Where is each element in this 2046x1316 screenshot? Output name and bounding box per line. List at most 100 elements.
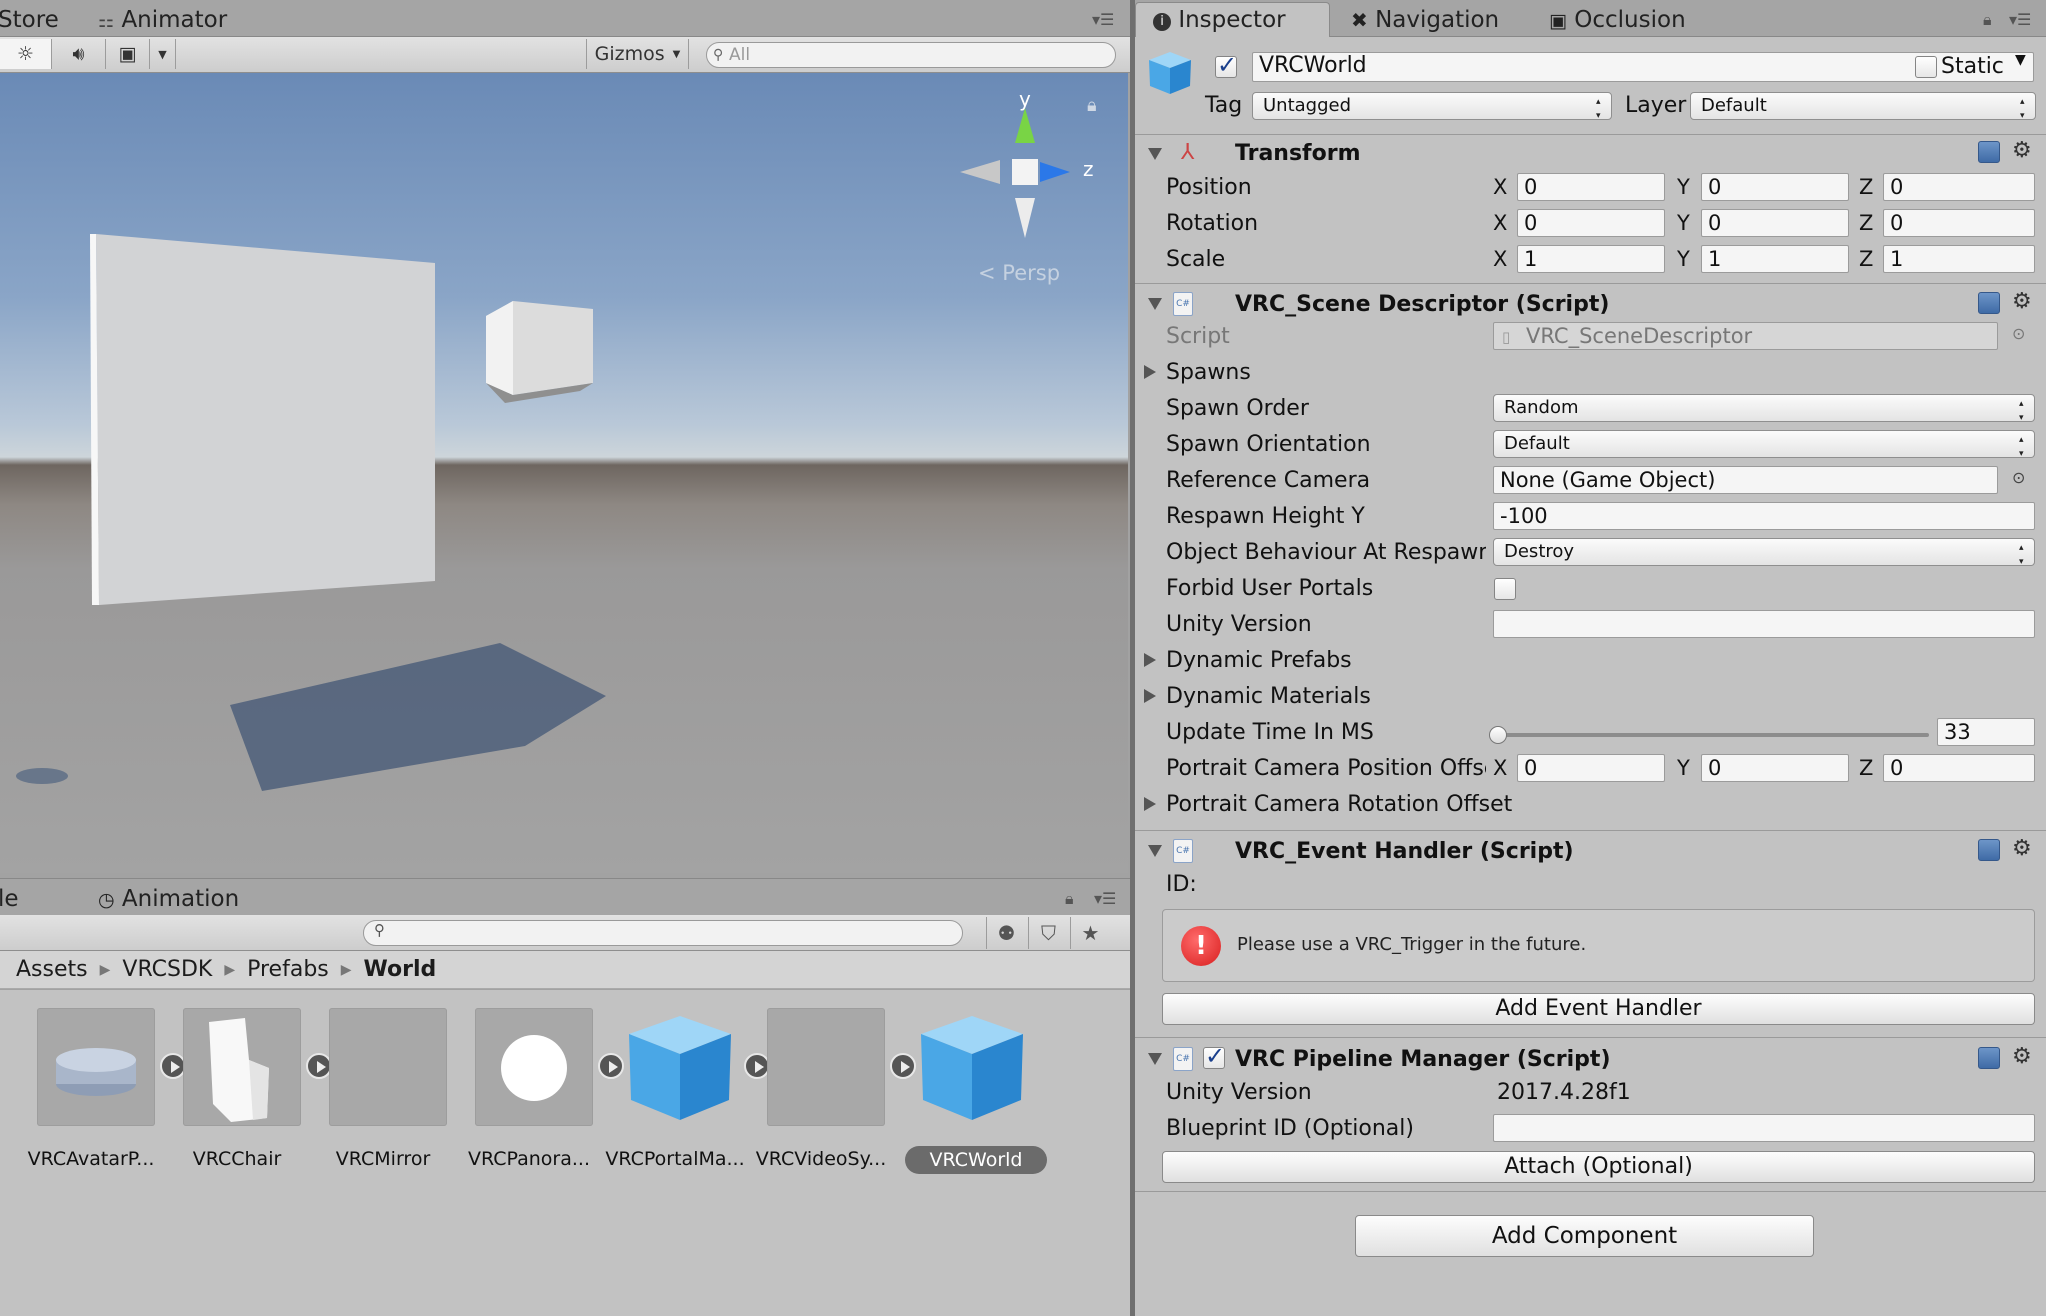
object-picker-icon[interactable]: ⊙ [2012, 324, 2025, 343]
help-book-icon[interactable] [1978, 292, 2000, 314]
asset-vrcworld[interactable]: VRCWorld [893, 1008, 1047, 1174]
layer-dropdown[interactable]: Default [1690, 92, 2036, 123]
gizmo-neg-x-cone [960, 160, 1000, 184]
asset-vrcvideosync[interactable]: VRCVideoSy... [747, 1008, 916, 1170]
portrait-rotation-label[interactable]: Portrait Camera Rotation Offset [1166, 792, 1512, 817]
forbid-portals-checkbox[interactable] [1494, 578, 1516, 600]
update-time-field[interactable]: 33 [1937, 718, 2035, 746]
foldout-closed-icon[interactable] [1144, 797, 1156, 811]
asset-vrcportalmarker[interactable]: VRCPortalMa... [601, 1008, 770, 1170]
gear-icon[interactable]: ⚙ [2012, 837, 2036, 861]
effects-dropdown-button[interactable]: ▼ [150, 39, 176, 69]
help-book-icon[interactable] [1978, 1047, 2000, 1069]
asset-vrcavatarpedestal[interactable]: VRCAvatarP... [17, 1008, 186, 1170]
add-event-handler-button[interactable]: Add Event Handler [1162, 993, 2035, 1025]
breadcrumb-prefabs[interactable]: Prefabs [247, 957, 329, 982]
active-checkbox[interactable] [1215, 51, 1237, 79]
scene-viewport[interactable]: y z 🔒︎ < Persp [0, 73, 1128, 873]
asset-thumbnail [767, 1008, 885, 1126]
position-z-field[interactable]: 0 [1883, 173, 2035, 201]
update-time-slider-thumb[interactable] [1489, 726, 1507, 744]
foldout-closed-icon[interactable] [1144, 653, 1156, 667]
small-cube-side [486, 301, 513, 395]
static-checkbox[interactable] [1915, 56, 1937, 78]
script-label: Script [1166, 324, 1230, 349]
lighting-toggle-button[interactable]: ☼ [0, 39, 52, 69]
tab-inspector[interactable]: i Inspector [1153, 0, 1286, 37]
help-book-icon[interactable] [1978, 839, 2000, 861]
tab-animation[interactable]: ◷ Animation [98, 879, 239, 916]
axis-y-label: Y [1677, 211, 1690, 235]
layer-label: Layer [1625, 93, 1687, 118]
tab-occlusion[interactable]: ▣ Occlusion [1549, 0, 1686, 37]
rotation-z-field[interactable]: 0 [1883, 209, 2035, 237]
lock-icon[interactable]: 🔒︎ [1065, 879, 1074, 916]
spawns-label[interactable]: Spawns [1166, 360, 1251, 385]
lock-icon[interactable]: 🔒︎ [1087, 95, 1097, 116]
gizmos-dropdown[interactable]: Gizmos ▼ [586, 39, 689, 69]
foldout-open-icon[interactable] [1148, 845, 1162, 857]
breadcrumb-world[interactable]: World [364, 957, 437, 982]
unity-version-field[interactable] [1493, 610, 2035, 638]
respawn-height-field[interactable]: -100 [1493, 502, 2035, 530]
scale-x-field[interactable]: 1 [1517, 245, 1665, 273]
foldout-open-icon[interactable] [1148, 298, 1162, 310]
orientation-gizmo[interactable] [955, 88, 1095, 268]
portrait-position-z-field[interactable]: 0 [1883, 754, 2035, 782]
foldout-open-icon[interactable] [1148, 148, 1162, 160]
dynamic-prefabs-label[interactable]: Dynamic Prefabs [1166, 648, 1352, 673]
asset-vrcpanorama[interactable]: VRCPanora... [455, 1008, 624, 1170]
effects-toggle-button[interactable]: ▣ [106, 39, 150, 69]
star-icon: ★ [1081, 921, 1100, 945]
scale-z-field[interactable]: 1 [1883, 245, 2035, 273]
static-dropdown-icon[interactable]: ▼ [2015, 52, 2026, 68]
tab-store[interactable]: Store [0, 0, 59, 37]
object-behaviour-dropdown[interactable]: Destroy [1493, 538, 2035, 569]
dynamic-materials-label[interactable]: Dynamic Materials [1166, 684, 1371, 709]
asset-thumbnail [475, 1008, 593, 1126]
scene-search-input[interactable]: ⚲ All [706, 42, 1116, 68]
pipeline-enabled-checkbox[interactable] [1203, 1042, 1225, 1070]
gear-icon[interactable]: ⚙ [2012, 139, 2036, 163]
foldout-open-icon[interactable] [1148, 1053, 1162, 1065]
add-component-button[interactable]: Add Component [1355, 1215, 1814, 1257]
transform-title: Transform [1235, 141, 1361, 166]
portrait-position-x-field[interactable]: 0 [1517, 754, 1665, 782]
scale-y-field[interactable]: 1 [1701, 245, 1849, 273]
lock-icon[interactable]: 🔒︎ [1983, 0, 1992, 37]
panel-menu-icon[interactable]: ▾☰ [1092, 0, 1114, 37]
audio-toggle-button[interactable]: 🔊︎ [52, 39, 106, 69]
portrait-position-y-field[interactable]: 0 [1701, 754, 1849, 782]
tab-navigation[interactable]: ✖ Navigation [1351, 0, 1499, 37]
filter-by-type-button[interactable]: ⚉ [986, 917, 1026, 949]
update-time-slider-track[interactable] [1497, 733, 1929, 737]
rotation-y-field[interactable]: 0 [1701, 209, 1849, 237]
projection-label[interactable]: < Persp [978, 261, 1060, 285]
gear-icon[interactable]: ⚙ [2012, 290, 2036, 314]
position-y-field[interactable]: 0 [1701, 173, 1849, 201]
panel-menu-icon[interactable]: ▾☰ [2009, 0, 2031, 37]
breadcrumb-assets[interactable]: Assets [16, 957, 88, 982]
asset-vrcchair[interactable]: VRCChair [163, 1008, 332, 1170]
spawn-order-dropdown[interactable]: Random [1493, 394, 2035, 425]
object-picker-icon[interactable]: ⊙ [2012, 468, 2025, 487]
foldout-closed-icon[interactable] [1144, 689, 1156, 703]
gear-icon[interactable]: ⚙ [2012, 1045, 2036, 1069]
tag-dropdown[interactable]: Untagged [1252, 92, 1612, 123]
breadcrumb-vrcsdk[interactable]: VRCSDK [122, 957, 212, 982]
reference-camera-field[interactable]: None (Game Object) [1493, 466, 1998, 494]
asset-vrcmirror[interactable]: VRCMirror [309, 1008, 459, 1170]
blueprint-id-field[interactable] [1493, 1114, 2035, 1142]
filter-by-label-button[interactable]: ⛉ [1028, 917, 1068, 949]
tab-animator[interactable]: ⚏ Animator [98, 0, 227, 37]
spawn-orientation-dropdown[interactable]: Default [1493, 430, 2035, 461]
help-book-icon[interactable] [1978, 141, 2000, 163]
tab-project[interactable]: le [0, 879, 19, 916]
position-x-field[interactable]: 0 [1517, 173, 1665, 201]
favorite-button[interactable]: ★ [1070, 917, 1110, 949]
foldout-closed-icon[interactable] [1144, 365, 1156, 379]
attach-button[interactable]: Attach (Optional) [1162, 1151, 2035, 1183]
panel-menu-icon[interactable]: ▾☰ [1094, 879, 1116, 916]
project-search-input[interactable]: ⚲ [363, 920, 963, 946]
rotation-x-field[interactable]: 0 [1517, 209, 1665, 237]
